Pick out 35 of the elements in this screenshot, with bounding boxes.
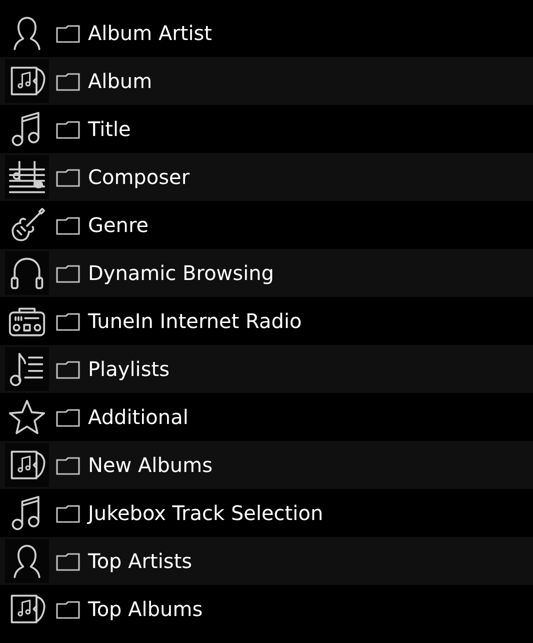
folder-icon [56,167,80,187]
item-label: Composer [88,165,190,189]
menu-item[interactable]: Composer [0,153,533,201]
item-label: Top Artists [88,549,192,573]
folder-icon [56,71,80,91]
music-staff-icon [8,158,46,196]
menu-item[interactable]: Album [0,57,533,105]
item-label: Album Artist [88,21,212,45]
item-label: Playlists [88,357,170,381]
star-icon [8,398,46,436]
menu-item[interactable]: Dynamic Browsing [0,249,533,297]
item-label: Jukebox Track Selection [88,501,324,525]
item-label: Genre [88,213,149,237]
menu-item[interactable]: Playlists [0,345,533,393]
folder-icon [56,455,80,475]
folder-icon [56,599,80,619]
folder-icon [56,215,80,235]
item-label: Dynamic Browsing [88,261,274,285]
folder-icon [56,551,80,571]
folder-icon [56,407,80,427]
item-label: New Albums [88,453,212,477]
folder-icon [56,359,80,379]
item-label: Top Albums [88,597,203,621]
folder-icon [56,263,80,283]
item-label: Additional [88,405,188,429]
folder-icon [56,503,80,523]
playlist-icon [8,350,46,388]
item-label: Title [88,117,131,141]
menu-item[interactable]: New Albums [0,441,533,489]
item-label: Album [88,69,152,93]
folder-icon [56,23,80,43]
folder-icon [56,119,80,139]
item-label: TuneIn Internet Radio [88,309,302,333]
folder-icon [56,311,80,331]
menu-item[interactable]: Top Artists [0,537,533,585]
